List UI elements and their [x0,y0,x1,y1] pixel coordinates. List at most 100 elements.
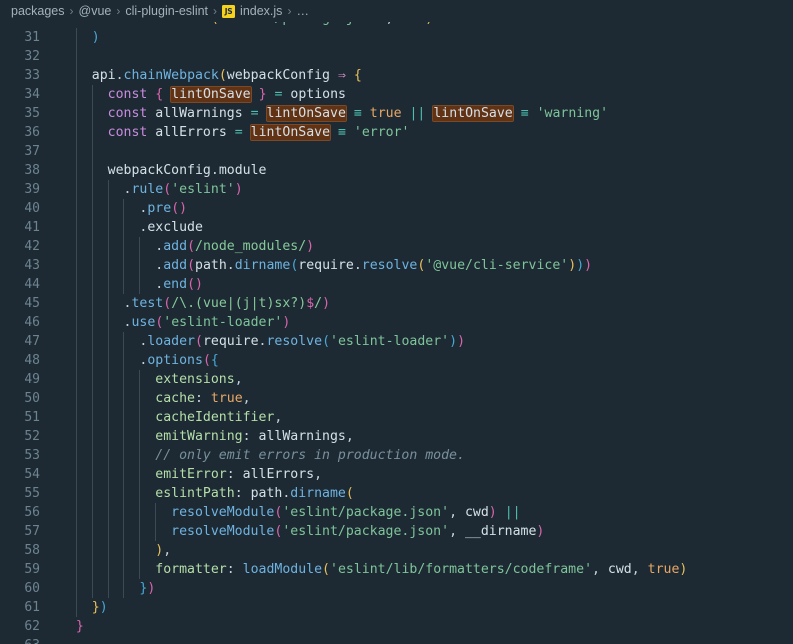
line-number: 63 [0,636,60,644]
code-line[interactable]: 59 formatter: loadModule('eslint/lib/for… [0,560,793,579]
line-content: .add(path.dirname(require.resolve('@vue/… [155,258,593,273]
code-line[interactable]: 31 ) [0,28,793,47]
code-line[interactable]: 45 .test(/\.(vue|(j|t)sx?)$/) [0,294,793,313]
line-content: .options({ [139,353,219,368]
line-number: 37 [24,144,40,159]
code-line[interactable]: 50 cache: true, [0,389,793,408]
code-line[interactable]: 49 extensions, [0,370,793,389]
code-line[interactable]: 40 .pre() [0,199,793,218]
line-content: .pre() [139,201,188,216]
code-line[interactable]: 48 .options({ [0,351,793,370]
code-line[interactable]: 44 .end() [0,275,793,294]
line-number: 59 [24,562,40,577]
line-content: }) [91,600,108,615]
line-content: .loader(require.resolve('eslint-loader')… [139,334,466,349]
line-content [60,47,793,66]
line-content: }) [139,581,156,596]
code-line[interactable]: 39 .rule('eslint') [0,180,793,199]
code-line[interactable]: 55 eslintPath: path.dirname( [0,484,793,503]
line-content: // only emit errors in production mode. [155,448,465,463]
line-number: 36 [24,125,40,140]
line-content: extensions, [155,372,243,387]
line-content [60,636,793,644]
code-line[interactable]: 52 emitWarning: allWarnings, [0,427,793,446]
line-number: 53 [24,448,40,463]
line-content: cache: true, [155,391,251,406]
line-number: 48 [24,353,40,368]
line-content: resolveModule('eslint/package.json', __d… [171,524,545,539]
line-number: 61 [24,600,40,615]
breadcrumb-item-packages[interactable]: packages [11,4,65,18]
line-content: emitWarning: allWarnings, [155,429,354,444]
line-number: 31 [24,30,40,45]
code-line[interactable]: 62 } [0,617,793,636]
line-content: formatter: loadModule('eslint/lib/format… [155,562,688,577]
line-number: 40 [24,201,40,216]
line-content: .test(/\.(vue|(j|t)sx?)$/) [123,296,331,311]
code-line[interactable]: 58 ), [0,541,793,560]
line-content: ) [91,30,100,45]
line-content: eslintPath: path.dirname( [155,486,354,501]
line-number: 52 [24,429,40,444]
breadcrumb-item-index-js[interactable]: index.js [240,4,282,18]
line-number: 55 [24,486,40,501]
line-number: 32 [24,49,40,64]
line-number: 60 [24,581,40,596]
line-content: ), [155,543,172,558]
occurrence-highlight: lintOnSave [249,124,332,141]
line-number: 57 [24,524,40,539]
code-line[interactable]: 37 [0,142,793,161]
line-content: const allErrors = lintOnSave ≡ 'error' [107,124,410,141]
code-line[interactable]: 32 [0,47,793,66]
occurrence-highlight: lintOnSave [265,105,347,122]
occurrence-highlight: lintOnSave [170,86,252,103]
code-editor[interactable]: 30 resolveModule('eslint/package.json', … [0,22,793,644]
code-line[interactable]: 43 .add(path.dirname(require.resolve('@v… [0,256,793,275]
code-line[interactable]: 56 resolveModule('eslint/package.json', … [0,503,793,522]
js-file-icon: JS [222,4,236,18]
code-line[interactable]: 51 cacheIdentifier, [0,408,793,427]
breadcrumb-item-overflow[interactable]: … [296,4,309,18]
code-line[interactable]: 34 const { lintOnSave } = options [0,85,793,104]
line-number: 43 [24,258,40,273]
line-content: emitError: allErrors, [155,467,323,482]
code-line[interactable]: 53 // only emit errors in production mod… [0,446,793,465]
line-number: 41 [24,220,40,235]
line-content: api.chainWebpack(webpackConfig ⇒ { [91,68,362,83]
breadcrumb-item-cli-plugin-eslint[interactable]: cli-plugin-eslint [125,4,208,18]
line-content: .exclude [139,220,203,235]
code-line[interactable]: 47 .loader(require.resolve('eslint-loade… [0,332,793,351]
code-line[interactable]: 46 .use('eslint-loader') [0,313,793,332]
code-viewport: 30 resolveModule('eslint/package.json', … [0,22,793,644]
code-line[interactable]: 41 .exclude [0,218,793,237]
code-line[interactable]: 33 api.chainWebpack(webpackConfig ⇒ { [0,66,793,85]
code-line[interactable]: 42 .add(/node_modules/) [0,237,793,256]
code-line[interactable]: 35 const allWarnings = lintOnSave ≡ true… [0,104,793,123]
line-number: 50 [24,391,40,406]
line-content: .add(/node_modules/) [155,239,315,254]
line-number: 47 [24,334,40,349]
line-content: const allWarnings = lintOnSave ≡ true ||… [107,105,609,122]
breadcrumb: packages › @vue › cli-plugin-eslint › JS… [0,0,793,22]
line-number: 56 [24,505,40,520]
code-line[interactable]: 38 webpackConfig.module [0,161,793,180]
line-number: 34 [24,87,40,102]
breadcrumb-separator-icon: › [213,4,218,18]
code-line[interactable]: 63 [0,636,793,644]
breadcrumb-separator-icon: › [69,4,74,18]
line-content: const { lintOnSave } = options [107,86,346,103]
line-content: .use('eslint-loader') [123,315,291,330]
line-content: webpackConfig.module [107,163,267,178]
line-number: 38 [24,163,40,178]
code-line[interactable]: 54 emitError: allErrors, [0,465,793,484]
code-line[interactable]: 61 }) [0,598,793,617]
code-line[interactable]: 60 }) [0,579,793,598]
code-line[interactable]: 57 resolveModule('eslint/package.json', … [0,522,793,541]
breadcrumb-item-vue[interactable]: @vue [79,4,112,18]
breadcrumb-separator-icon: › [287,4,292,18]
line-number: 39 [24,182,40,197]
line-content: cacheIdentifier, [155,410,283,425]
line-number: 45 [24,296,40,311]
code-line[interactable]: 36 const allErrors = lintOnSave ≡ 'error… [0,123,793,142]
line-number: 51 [24,410,40,425]
